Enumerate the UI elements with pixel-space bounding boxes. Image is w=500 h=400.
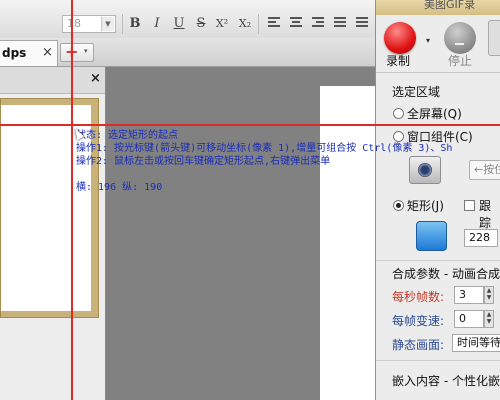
extra-tool-button[interactable] <box>488 20 500 56</box>
static-frame-select[interactable]: 时间等待 <box>452 334 500 352</box>
full-screen-radio[interactable] <box>393 108 404 119</box>
superscript-button[interactable]: X² <box>214 15 230 33</box>
rectangle-radio[interactable] <box>393 200 404 211</box>
capture-info-overlay: 状态: 选定矩形的起点 操作1: 按光标键(箭头键)可移动坐标(像素 1),增量… <box>76 129 452 194</box>
thumbnail-pane-header: × <box>0 67 105 94</box>
subscript-button[interactable]: X₂ <box>237 15 253 33</box>
follow-checkbox[interactable] <box>464 200 475 211</box>
frame-speed-label: 每帧变速: <box>392 314 445 328</box>
full-screen-label: 全屏幕(Q) <box>407 107 462 121</box>
spin-up-icon[interactable]: ▲ <box>485 287 493 294</box>
panel-title: 美图GIF录 <box>424 0 476 11</box>
tab-document-label: dps <box>2 46 27 60</box>
formatting-toolbar: 18 ▼ B I U S X² X₂ <box>0 0 375 39</box>
frame-speed-stepper[interactable]: ▲ ▼ <box>484 310 494 328</box>
region-section-title: 选定区域 <box>392 85 441 99</box>
record-label: 录制 <box>386 54 411 68</box>
document-tab-bar: dps × + ▾ <box>0 38 375 67</box>
bold-button[interactable]: B <box>127 15 143 33</box>
panel-divider <box>376 260 500 261</box>
gif-recorder-panel: 美图GIF录 ▾ 录制 停止 选定区域 全屏幕(Q) 窗口组件(C) ←按住 矩… <box>375 0 500 400</box>
rectangle-label: 矩形(J) <box>407 199 444 213</box>
rectangle-select-button[interactable] <box>416 221 447 251</box>
stop-label: 停止 <box>448 54 473 68</box>
font-size-value: 18 <box>67 17 81 30</box>
chevron-down-icon[interactable]: ▼ <box>101 17 114 31</box>
follow-label: 跟踪 <box>479 199 492 230</box>
toolbar-divider <box>258 14 259 34</box>
rect-width-field[interactable]: 228 <box>464 229 498 247</box>
stop-button[interactable] <box>444 22 476 54</box>
align-left-icon[interactable] <box>268 17 280 29</box>
instruction-op1: 操作1: 按光标键(箭头键)可移动坐标(像素 1),增量可组合按 Ctrl(像素… <box>76 143 453 154</box>
fps-input[interactable]: 3 <box>454 286 484 304</box>
spin-down-icon[interactable]: ▼ <box>485 294 493 301</box>
distribute-icon[interactable] <box>356 17 368 29</box>
align-center-icon[interactable] <box>290 17 302 29</box>
record-button[interactable] <box>384 22 416 54</box>
synthesis-params-title: 合成参数 - 动画合成 <box>392 267 500 281</box>
slide-thumbnail-pane: × <box>0 67 106 400</box>
italic-button[interactable]: I <box>149 15 165 33</box>
embed-content-title: 嵌入内容 - 个性化嵌 <box>392 374 500 388</box>
panel-divider <box>376 72 500 73</box>
fps-label: 每秒帧数: <box>392 290 445 304</box>
status-text: 状态: 选定矩形的起点 <box>76 130 179 141</box>
grab-window-button[interactable]: ←按住 <box>469 160 500 180</box>
close-icon[interactable]: × <box>42 45 53 60</box>
align-right-icon[interactable] <box>312 17 324 29</box>
justify-icon[interactable] <box>334 17 346 29</box>
chevron-down-icon[interactable]: ▾ <box>426 36 430 45</box>
close-icon[interactable]: × <box>90 71 101 86</box>
panel-titlebar: 美图GIF录 <box>376 0 500 15</box>
toolbar-divider <box>122 14 123 34</box>
underline-button[interactable]: U <box>171 15 187 33</box>
frame-speed-input[interactable]: 0 <box>454 310 484 328</box>
fps-stepper[interactable]: ▲ ▼ <box>484 286 494 304</box>
strikethrough-button[interactable]: S <box>193 15 209 33</box>
static-frame-label: 静态画面: <box>392 338 445 352</box>
new-tab-button[interactable]: + ▾ <box>60 42 94 62</box>
tab-document[interactable]: dps × <box>0 40 58 66</box>
spin-down-icon[interactable]: ▼ <box>485 318 493 325</box>
panel-divider <box>376 360 500 361</box>
crosshair-horizontal-line <box>0 124 500 126</box>
chevron-down-icon[interactable]: ▾ <box>84 47 88 55</box>
instruction-op2: 操作2: 鼠标左击或按回车键确定矩形起点,右键弹出菜单 <box>76 156 331 167</box>
coordinate-readout: 横: 196 纵: 190 <box>76 182 163 193</box>
stop-icon <box>455 43 464 45</box>
crosshair-vertical-line <box>71 0 73 400</box>
spin-up-icon[interactable]: ▲ <box>485 311 493 318</box>
